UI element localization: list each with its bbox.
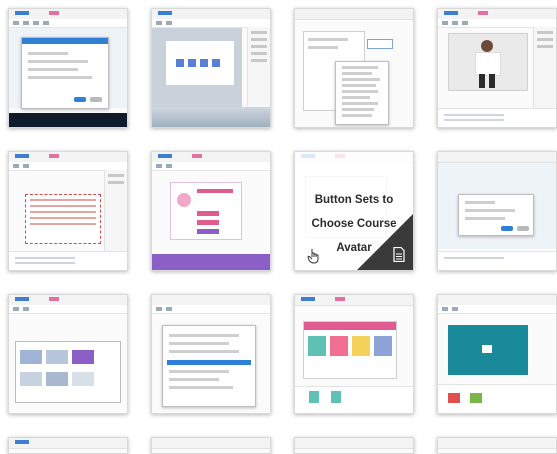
slide <box>303 321 397 379</box>
dark-footer <box>9 113 127 127</box>
small-dialog <box>458 194 534 236</box>
person-head <box>481 40 493 52</box>
thumbnail-tile-9[interactable] <box>8 294 128 414</box>
timeline <box>438 251 556 270</box>
ribbon-bar <box>438 152 556 163</box>
thumbnail-tile-7-hover[interactable]: Button Sets to Choose Course Avatar <box>294 151 414 271</box>
avatar-circle <box>177 193 191 207</box>
dialog-box <box>21 37 109 109</box>
thumbnail-tile-5[interactable] <box>8 151 128 271</box>
ribbon-bar <box>295 9 413 20</box>
timeline <box>9 251 127 270</box>
purple-strip <box>152 254 270 270</box>
select-field <box>367 39 393 49</box>
template-picker <box>15 341 121 403</box>
taskbar <box>152 107 270 127</box>
slide <box>166 41 234 85</box>
right-panel <box>247 27 270 109</box>
toolbar <box>9 305 127 314</box>
avatar-form-slide <box>170 182 242 240</box>
timeline <box>438 384 556 413</box>
slide <box>448 33 528 91</box>
dotted-text-block <box>25 194 101 244</box>
thumbnail-tile-4[interactable] <box>437 8 557 128</box>
list-dialog <box>162 325 256 407</box>
thumbnail-tile-15[interactable] <box>294 437 414 454</box>
ribbon-bar <box>295 295 413 306</box>
timeline <box>295 386 413 413</box>
thumbnail-tile-2[interactable] <box>151 8 271 128</box>
thumbnail-tile-1[interactable] <box>8 8 128 128</box>
pointer-hand-icon <box>307 249 319 264</box>
thumbnail-tile-8[interactable] <box>437 151 557 271</box>
document-icon <box>393 247 405 262</box>
thumbnail-tile-13[interactable] <box>8 437 128 454</box>
thumbnail-tile-6[interactable] <box>151 151 271 271</box>
toolbar <box>152 162 270 171</box>
dropdown-list <box>335 61 389 125</box>
right-panel <box>104 170 127 252</box>
teal-slide <box>448 325 528 375</box>
thumbnail-tile-3[interactable] <box>294 8 414 128</box>
thumbnail-tile-11[interactable] <box>294 294 414 414</box>
right-panel <box>533 27 556 109</box>
ribbon-bar <box>9 438 127 449</box>
thumbnail-grid: Button Sets to Choose Course Avatar <box>0 0 557 454</box>
toolbar <box>9 19 127 28</box>
thumbnail-tile-10[interactable] <box>151 294 271 414</box>
ribbon-bar <box>438 438 556 449</box>
timeline <box>438 108 556 127</box>
toolbar <box>152 305 270 314</box>
thumbnail-tile-14[interactable] <box>151 437 271 454</box>
person-body <box>475 52 501 76</box>
ribbon-bar <box>152 438 270 449</box>
thumbnail-tile-16[interactable] <box>437 437 557 454</box>
thumbnail-tile-12[interactable] <box>437 294 557 414</box>
ribbon-bar <box>295 438 413 449</box>
toolbar <box>438 305 556 314</box>
